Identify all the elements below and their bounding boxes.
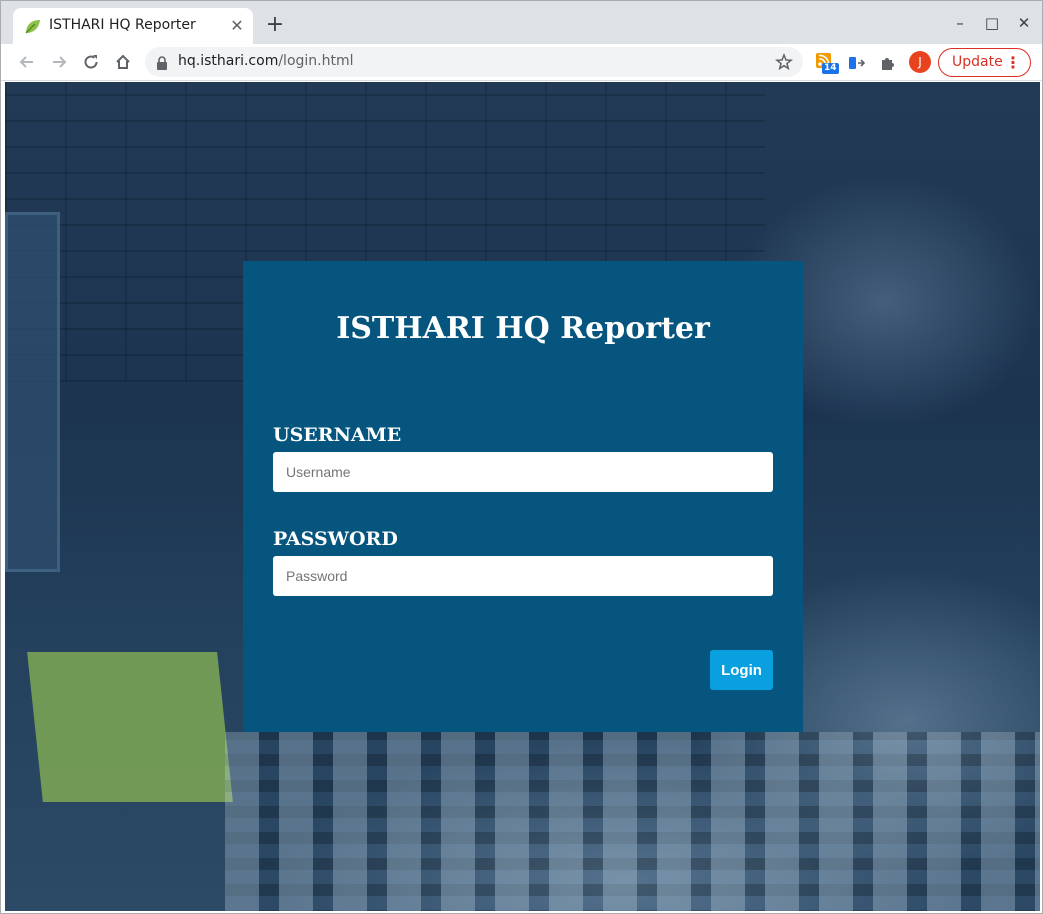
puzzle-extensions-icon[interactable] bbox=[877, 52, 899, 74]
window-close-icon[interactable]: ✕ bbox=[1012, 12, 1036, 34]
leaf-favicon-icon bbox=[24, 18, 41, 35]
minimize-icon[interactable]: – bbox=[948, 12, 972, 34]
extension-badge: 14 bbox=[822, 63, 839, 74]
background-mixing-console bbox=[225, 732, 1040, 911]
home-icon[interactable] bbox=[110, 50, 136, 76]
browser-window: ISTHARI HQ Reporter ✕ + – □ ✕ hq.isthari… bbox=[0, 0, 1043, 914]
url-path: /login.html bbox=[278, 53, 354, 69]
kebab-menu-icon[interactable]: ⋮ bbox=[1005, 49, 1021, 76]
password-input[interactable] bbox=[273, 556, 773, 596]
update-button[interactable]: Update ⋮ bbox=[938, 48, 1031, 77]
browser-toolbar: hq.isthari.com/login.html 14 J Update ⋮ bbox=[1, 44, 1042, 81]
login-title: ISTHARI HQ Reporter bbox=[336, 311, 710, 346]
url-text: hq.isthari.com/login.html bbox=[178, 53, 354, 69]
username-input[interactable] bbox=[273, 452, 773, 492]
cast-extension-icon[interactable] bbox=[846, 52, 868, 74]
rss-extension-icon[interactable]: 14 bbox=[815, 52, 839, 74]
update-label: Update bbox=[952, 54, 1003, 70]
password-label: PASSWORD bbox=[273, 528, 398, 550]
new-tab-button[interactable]: + bbox=[263, 14, 287, 38]
tab-strip: ISTHARI HQ Reporter ✕ + – □ ✕ bbox=[1, 1, 1042, 44]
bookmark-star-icon[interactable] bbox=[775, 52, 793, 71]
background-monitor bbox=[5, 212, 60, 572]
url-host: hq.isthari.com bbox=[178, 53, 279, 69]
login-button[interactable]: Login bbox=[710, 650, 773, 690]
username-label: USERNAME bbox=[273, 424, 402, 446]
back-arrow-icon[interactable] bbox=[14, 50, 40, 76]
login-card: ISTHARI HQ Reporter USERNAME PASSWORD Lo… bbox=[243, 261, 803, 732]
tab-isthari[interactable]: ISTHARI HQ Reporter ✕ bbox=[13, 8, 253, 44]
lock-icon bbox=[156, 55, 168, 70]
tab-close-icon[interactable]: ✕ bbox=[227, 16, 247, 36]
address-bar[interactable]: hq.isthari.com/login.html bbox=[145, 47, 803, 77]
forward-arrow-icon[interactable] bbox=[46, 50, 72, 76]
background-screen bbox=[27, 652, 233, 802]
profile-avatar[interactable]: J bbox=[909, 51, 931, 73]
tab-title: ISTHARI HQ Reporter bbox=[49, 17, 196, 33]
reload-icon[interactable] bbox=[78, 50, 104, 76]
maximize-icon[interactable]: □ bbox=[980, 12, 1004, 34]
page-background: ISTHARI HQ Reporter USERNAME PASSWORD Lo… bbox=[5, 82, 1040, 911]
